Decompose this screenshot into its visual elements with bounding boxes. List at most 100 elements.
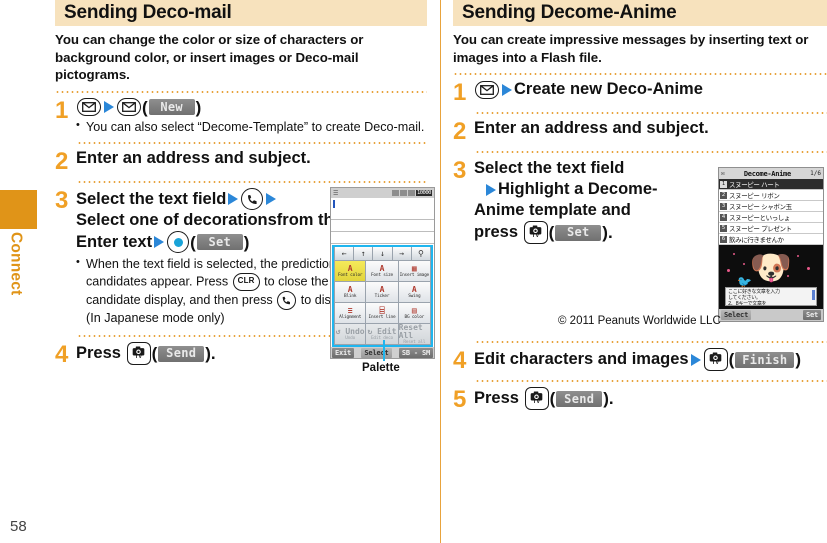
palette-cell-reset-all[interactable]: Reset All Reset all (398, 322, 431, 345)
softkey-new: New (148, 99, 195, 116)
step-number: 1 (55, 97, 69, 125)
nav-up-icon[interactable]: ↑ (354, 247, 374, 261)
bg-color-icon: ▤ (411, 305, 417, 315)
text-line (331, 220, 434, 232)
dotted-rule (55, 91, 427, 94)
arrow-icon (104, 101, 114, 114)
edit-deco-icon: ↻ Edit (367, 326, 397, 336)
item-index: 6 (720, 235, 727, 243)
item-label: スヌーピー シャボン玉 (729, 203, 792, 211)
item-index: 2 (720, 191, 727, 199)
right-step-4: 4 Edit characters and images TV ( Finish… (453, 348, 827, 373)
open-paren: ( (190, 232, 196, 252)
step-title-text: Press (76, 343, 121, 362)
left-step-1: 1 ( New ) You can also select “Decome-Te… (55, 98, 427, 135)
palette-cell-insert-line[interactable]: ⌸ Insert line (366, 303, 399, 324)
step-title: Enter an address and subject. (76, 149, 311, 168)
softkey-select[interactable]: Select (361, 348, 392, 358)
mail-icon (475, 81, 499, 100)
step-body: Edit characters and images TV ( Finish ) (474, 348, 827, 372)
right-step-5: 5 Press TV ( Send ). (453, 387, 827, 412)
step-number: 5 (453, 386, 467, 414)
palette-cell-blink[interactable]: A Blink (334, 282, 367, 303)
step-title: Enter an address and subject. (474, 119, 709, 138)
arrow-icon (228, 193, 239, 206)
list-item[interactable]: 6 飲みに行きませんか (719, 234, 823, 245)
mail-icon (77, 98, 101, 117)
decoration-palette[interactable]: ← ↑ ↓ → ⚲ A Font color A Font size ▦ Ins… (332, 245, 433, 347)
camera-tv-key-icon: TV (126, 342, 151, 366)
item-index: 5 (720, 224, 727, 232)
left-section-title: Sending Deco-mail (64, 2, 232, 23)
palette-cell-alignment[interactable]: ≡ Alignment (334, 303, 367, 324)
step-title-line-4: Enter text (76, 232, 153, 251)
item-label: スヌーピー プレゼント (729, 225, 792, 233)
softkey-set: Set (196, 234, 243, 251)
close-paren: ) (795, 350, 802, 370)
cell-label: Edit deco (370, 335, 393, 341)
bullet-seg-4: to close the (264, 274, 329, 289)
dotted-rule (475, 112, 827, 115)
step-body: Create new Deco-Anime (474, 80, 827, 100)
softkey-select[interactable]: Select (721, 310, 752, 320)
nav-left-icon[interactable]: ← (334, 247, 355, 261)
item-index: 4 (720, 213, 727, 221)
step-title-line-1: Select the text field (76, 189, 227, 208)
bullet-seg-1: When the text field is selected, the (86, 257, 278, 272)
list-item[interactable]: 5 スヌーピー プレゼント (719, 223, 823, 234)
softkey-exit[interactable]: Exit (332, 348, 355, 358)
nav-right-icon[interactable]: → (392, 247, 412, 261)
scrollbar[interactable] (812, 290, 815, 300)
arrow-icon (690, 353, 701, 366)
swing-icon: A (411, 284, 417, 294)
right-section-title: Sending Decome-Anime (462, 2, 677, 23)
copyright-notice: © 2011 Peanuts Worldwide LLC (558, 315, 721, 327)
left-section-header: Sending Deco-mail (55, 0, 427, 26)
step-number: 4 (55, 341, 69, 369)
item-label: 飲みに行きませんか (729, 236, 784, 244)
step-title-line-2: Highlight a Decome- (498, 180, 658, 199)
step-number: 4 (453, 347, 467, 375)
softkey-sb-sm[interactable]: SB - SM (398, 348, 433, 358)
dotted-rule (453, 73, 827, 76)
list-item[interactable]: 3 スヌーピー シャボン玉 (719, 201, 823, 212)
insert-line-icon: ⌸ (379, 305, 385, 315)
step-number: 3 (55, 187, 69, 215)
palette-cell-ticker[interactable]: A Ticker (366, 282, 399, 303)
list-item[interactable]: 2 スヌーピー リボン (719, 190, 823, 201)
call-key-icon (277, 290, 297, 310)
step-title: Press TV ( Send ). (474, 387, 827, 411)
step-title: Create new Deco-Anime (474, 80, 827, 100)
callout-label-palette: Palette (362, 362, 400, 374)
open-paren: ( (548, 223, 555, 243)
status-icon (399, 190, 407, 196)
softkey-set[interactable]: Set (802, 310, 821, 320)
nav-down-icon[interactable]: ↓ (373, 247, 393, 261)
cell-label: Alignment (339, 314, 362, 320)
palette-cell-insert-image[interactable]: ▦ Insert image (398, 261, 431, 282)
step-title: ( New ) (76, 98, 427, 117)
list-item[interactable]: 4 スヌーピーといっしょ (719, 212, 823, 223)
bubble-line-3: 2、8キーで文章を (728, 301, 767, 306)
template-preview: 🐶 🐦 ここに好きな文章を入力 してください。 2、8キーで文章を (719, 245, 823, 309)
step-number: 3 (453, 157, 467, 185)
bullet-seg-6: then press (213, 292, 273, 307)
step-body: Press TV ( Send ). (474, 387, 827, 411)
open-paren: ( (728, 350, 735, 370)
palette-cell-swing[interactable]: A Swing (398, 282, 431, 303)
step-number: 2 (453, 118, 467, 146)
step-title-text: Create new Deco-Anime (514, 80, 703, 99)
camera-tv-key-icon: TV (703, 348, 728, 372)
softkey-send: Send (556, 390, 603, 407)
search-icon[interactable]: ⚲ (411, 247, 432, 261)
arrow-icon (154, 236, 165, 249)
list-item[interactable]: 1 スヌーピー ハート (719, 179, 823, 190)
palette-cell-font-color[interactable]: A Font color (334, 261, 367, 282)
open-paren: ( (549, 389, 556, 409)
reset-all-icon: Reset All (398, 322, 423, 340)
palette-cell-bg-color[interactable]: ▤ BG color (398, 303, 431, 324)
item-index: 1 (720, 180, 727, 188)
palette-cell-undo[interactable]: ↺ Undo Undo (334, 324, 367, 345)
camera-tv-key-icon: TV (523, 221, 548, 245)
palette-cell-font-size[interactable]: A Font size (366, 261, 399, 282)
